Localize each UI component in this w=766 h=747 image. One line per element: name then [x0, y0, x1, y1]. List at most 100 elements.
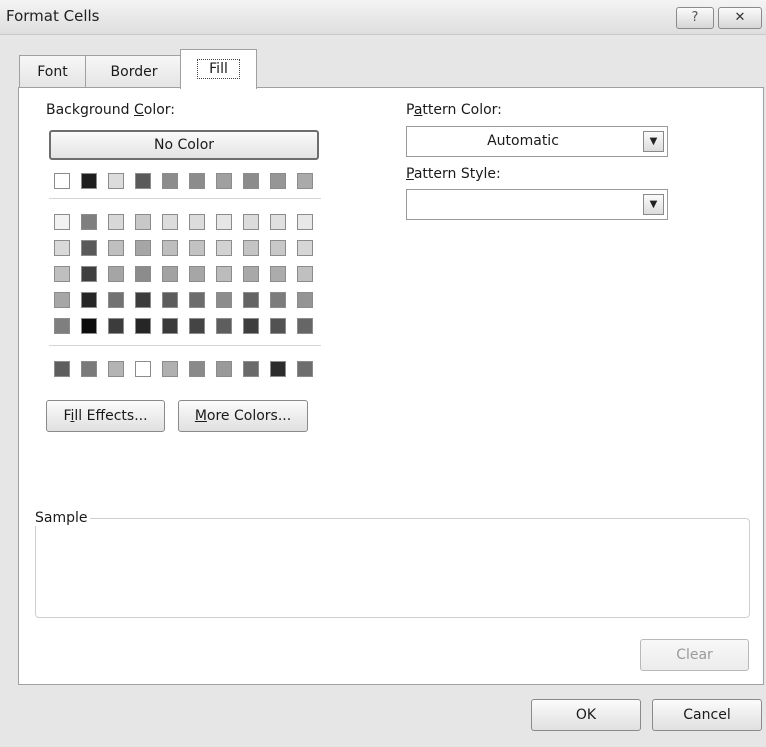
- fill-tab-panel: Background Color: No Color Fill Effects.…: [18, 87, 764, 685]
- tab-border[interactable]: Border: [85, 55, 183, 88]
- theme-tint-swatch[interactable]: [54, 240, 70, 256]
- theme-tint-swatch[interactable]: [297, 240, 313, 256]
- theme-tint-swatch[interactable]: [243, 292, 259, 308]
- standard-color-swatch[interactable]: [216, 361, 232, 377]
- theme-tint-swatch[interactable]: [54, 292, 70, 308]
- theme-tint-swatch[interactable]: [297, 266, 313, 282]
- pattern-color-dropdown[interactable]: Automatic ▼: [406, 126, 668, 157]
- theme-color-swatch[interactable]: [162, 173, 178, 189]
- theme-tint-swatch[interactable]: [108, 318, 124, 334]
- theme-color-swatch[interactable]: [108, 173, 124, 189]
- pattern-color-label: Pattern Color:: [406, 102, 502, 118]
- standard-color-swatch[interactable]: [189, 361, 205, 377]
- cancel-button[interactable]: Cancel: [652, 699, 762, 731]
- help-button[interactable]: ?: [676, 7, 714, 29]
- dropdown-arrow-icon[interactable]: ▼: [643, 194, 664, 215]
- clear-label: Clear: [676, 647, 713, 663]
- theme-tint-swatch[interactable]: [297, 214, 313, 230]
- background-color-label: Background Color:: [46, 102, 176, 118]
- standard-color-swatch[interactable]: [135, 361, 151, 377]
- standard-color-swatch[interactable]: [54, 361, 70, 377]
- theme-tint-swatch[interactable]: [297, 292, 313, 308]
- tab-fill-label: Fill: [197, 59, 240, 79]
- dropdown-arrow-icon[interactable]: ▼: [643, 131, 664, 152]
- theme-tint-swatch[interactable]: [216, 240, 232, 256]
- theme-tint-swatch[interactable]: [243, 214, 259, 230]
- standard-color-swatch[interactable]: [81, 361, 97, 377]
- pattern-style-dropdown[interactable]: ▼: [406, 189, 668, 220]
- standard-color-swatch[interactable]: [270, 361, 286, 377]
- theme-color-swatch[interactable]: [54, 173, 70, 189]
- theme-tint-swatch[interactable]: [108, 240, 124, 256]
- fill-effects-button[interactable]: Fill Effects...: [46, 400, 165, 432]
- theme-tint-swatch[interactable]: [162, 292, 178, 308]
- theme-tint-swatch[interactable]: [189, 292, 205, 308]
- theme-tint-swatch[interactable]: [270, 214, 286, 230]
- pattern-color-value: Automatic: [487, 133, 559, 149]
- theme-color-swatch[interactable]: [189, 173, 205, 189]
- theme-tint-swatch[interactable]: [81, 240, 97, 256]
- pattern-style-label: Pattern Style:: [406, 166, 501, 182]
- theme-tint-swatch[interactable]: [162, 214, 178, 230]
- no-color-button[interactable]: No Color: [49, 130, 319, 160]
- standard-color-swatch[interactable]: [297, 361, 313, 377]
- theme-tint-swatch[interactable]: [216, 318, 232, 334]
- ok-button[interactable]: OK: [531, 699, 641, 731]
- theme-color-swatch[interactable]: [81, 173, 97, 189]
- tab-font-label: Font: [37, 64, 68, 80]
- palette-separator: [49, 345, 321, 346]
- theme-color-swatch[interactable]: [297, 173, 313, 189]
- theme-tint-swatch[interactable]: [189, 318, 205, 334]
- standard-color-swatch[interactable]: [108, 361, 124, 377]
- theme-tint-swatch[interactable]: [81, 318, 97, 334]
- standard-color-swatch[interactable]: [162, 361, 178, 377]
- theme-tint-swatch[interactable]: [216, 292, 232, 308]
- ok-label: OK: [575, 707, 597, 723]
- tab-fill[interactable]: Fill: [180, 49, 257, 89]
- theme-tint-swatch[interactable]: [81, 214, 97, 230]
- theme-tint-swatch[interactable]: [81, 266, 97, 282]
- title-bar: Format Cells ? ✕: [0, 0, 766, 35]
- theme-tint-swatch[interactable]: [81, 292, 97, 308]
- theme-tint-swatch[interactable]: [162, 318, 178, 334]
- theme-tint-swatch[interactable]: [243, 318, 259, 334]
- theme-tint-swatch[interactable]: [189, 240, 205, 256]
- theme-tint-swatch[interactable]: [189, 214, 205, 230]
- theme-tint-swatch[interactable]: [270, 292, 286, 308]
- theme-tint-swatch[interactable]: [216, 266, 232, 282]
- theme-tint-swatch[interactable]: [135, 292, 151, 308]
- theme-tint-swatch[interactable]: [270, 318, 286, 334]
- theme-color-swatch[interactable]: [135, 173, 151, 189]
- theme-color-swatch[interactable]: [243, 173, 259, 189]
- no-color-label: No Color: [153, 137, 215, 153]
- theme-tint-swatch[interactable]: [270, 266, 286, 282]
- theme-tint-swatch[interactable]: [108, 214, 124, 230]
- theme-color-swatch[interactable]: [270, 173, 286, 189]
- standard-color-swatch[interactable]: [243, 361, 259, 377]
- help-icon: ?: [691, 10, 699, 25]
- theme-tint-swatch[interactable]: [108, 266, 124, 282]
- theme-tint-swatch[interactable]: [135, 266, 151, 282]
- theme-tint-swatch[interactable]: [135, 214, 151, 230]
- theme-tint-swatch[interactable]: [108, 292, 124, 308]
- theme-tint-swatch[interactable]: [162, 240, 178, 256]
- theme-tint-swatch[interactable]: [54, 266, 70, 282]
- theme-tint-swatch[interactable]: [54, 214, 70, 230]
- theme-tint-swatch[interactable]: [297, 318, 313, 334]
- close-button[interactable]: ✕: [718, 7, 762, 29]
- close-icon: ✕: [734, 10, 746, 25]
- more-colors-button[interactable]: More Colors...: [178, 400, 308, 432]
- theme-tint-swatch[interactable]: [216, 214, 232, 230]
- theme-tint-swatch[interactable]: [189, 266, 205, 282]
- theme-tint-swatch[interactable]: [243, 240, 259, 256]
- theme-tint-swatch[interactable]: [135, 318, 151, 334]
- theme-tint-swatch[interactable]: [243, 266, 259, 282]
- theme-tint-swatch[interactable]: [162, 266, 178, 282]
- theme-tint-swatch[interactable]: [270, 240, 286, 256]
- theme-tint-swatch[interactable]: [135, 240, 151, 256]
- cancel-label: Cancel: [683, 707, 731, 723]
- tab-font[interactable]: Font: [19, 55, 86, 88]
- clear-button[interactable]: Clear: [640, 639, 749, 671]
- theme-tint-swatch[interactable]: [54, 318, 70, 334]
- theme-color-swatch[interactable]: [216, 173, 232, 189]
